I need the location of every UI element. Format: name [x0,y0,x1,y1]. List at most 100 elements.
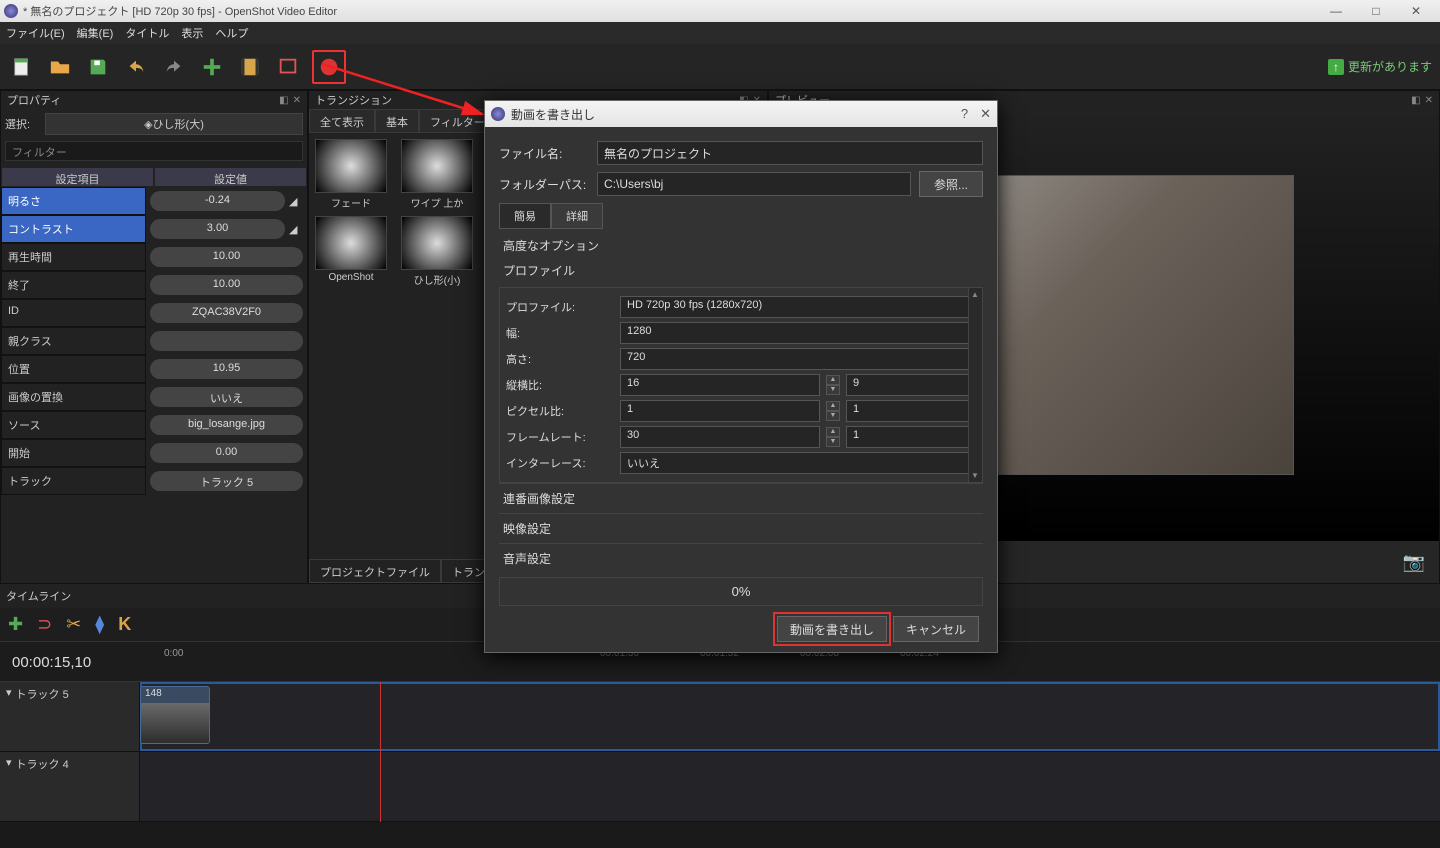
property-row[interactable]: IDZQAC38V2F0 [1,299,307,327]
property-row[interactable]: トラックトラック 5 [1,467,307,495]
fullscreen-icon[interactable] [274,53,302,81]
razor-icon[interactable]: ✂ [66,614,81,635]
dialog-help-button[interactable]: ? [961,106,968,122]
select-combo[interactable]: ◈ひし形(大) [45,113,303,135]
section-profile: プロファイル [499,262,983,287]
tab-simple[interactable]: 簡易 [499,203,551,229]
property-row[interactable]: 親クラス [1,327,307,355]
pixel-num-spinner[interactable]: ▲▼ [826,401,840,421]
width-input[interactable]: 1280 [620,322,976,344]
tab-project-files[interactable]: プロジェクトファイル [309,559,441,583]
panel-close-icon[interactable]: ✕ [293,95,301,106]
update-indicator[interactable]: ↑ 更新があります [1328,58,1432,75]
track-header-5[interactable]: ▾トラック 5 [0,682,140,751]
open-project-icon[interactable] [46,53,74,81]
menu-view[interactable]: 表示 [181,25,203,41]
update-arrow-icon: ↑ [1328,59,1344,75]
menu-title[interactable]: タイトル [125,25,169,41]
marker-icon[interactable]: ⧫ [95,614,104,635]
browse-button[interactable]: 参照... [919,171,983,197]
menu-help[interactable]: ヘルプ [215,25,248,41]
window-minimize-button[interactable]: ― [1316,4,1356,18]
property-key: ID [1,299,146,327]
transition-item[interactable]: フェード [315,139,387,210]
profile-label: プロファイル: [506,299,614,315]
property-value[interactable]: -0.24 [150,191,285,211]
properties-filter-input[interactable]: フィルター [5,141,303,161]
property-value[interactable]: 10.95 [150,359,303,379]
folder-path-input[interactable] [597,172,911,196]
panel-close-icon[interactable]: ✕ [1425,95,1433,106]
window-title-bar: * 無名のプロジェクト [HD 720p 30 fps] - OpenShot … [0,0,1440,22]
fps-den-input[interactable]: 1 [846,426,976,448]
dialog-close-button[interactable]: ✕ [980,106,991,122]
property-value[interactable]: 0.00 [150,443,303,463]
fps-num-spinner[interactable]: ▲▼ [826,427,840,447]
profile-select[interactable]: HD 720p 30 fps (1280x720) [620,296,976,318]
property-value[interactable]: 10.00 [150,275,303,295]
property-value[interactable] [150,331,303,351]
property-value[interactable]: 3.00 [150,219,285,239]
panel-undock-icon[interactable]: ◧ [1411,95,1420,106]
section-advanced[interactable]: 高度なオプション [499,229,983,262]
property-value[interactable]: トラック 5 [150,471,303,491]
transition-item[interactable]: OpenShot [315,216,387,287]
prev-marker-icon[interactable]: K [118,614,131,635]
transition-item[interactable]: ひし形(小) [401,216,473,287]
window-title: * 無名のプロジェクト [HD 720p 30 fps] - OpenShot … [23,3,337,19]
property-row[interactable]: ソースbig_losange.jpg [1,411,307,439]
aspect-num-spinner[interactable]: ▲▼ [826,375,840,395]
window-close-button[interactable]: ✕ [1396,4,1436,18]
panel-undock-icon[interactable]: ◧ [279,95,288,106]
app-logo-icon [4,4,18,18]
property-row[interactable]: 位置10.95 [1,355,307,383]
track-header-4[interactable]: ▾トラック 4 [0,752,140,821]
property-row[interactable]: 再生時間10.00 [1,243,307,271]
clip-1[interactable]: 148 [140,686,210,744]
property-row[interactable]: コントラスト3.00◢ [1,215,307,243]
property-value[interactable]: 10.00 [150,247,303,267]
menu-edit[interactable]: 編集(E) [77,25,114,41]
aspect-den-input[interactable]: 9 [846,374,976,396]
add-track-icon[interactable]: ✚ [8,614,23,635]
track-body-5[interactable]: 148 [140,682,1440,751]
track-body-4[interactable] [140,752,1440,821]
section-sequence[interactable]: 連番画像設定 [499,483,983,513]
interlace-select[interactable]: いいえ [620,452,976,474]
window-maximize-button[interactable]: □ [1356,4,1396,18]
tab-detail[interactable]: 詳細 [551,203,603,229]
import-icon[interactable] [198,53,226,81]
property-value[interactable]: いいえ [150,387,303,407]
snap-icon[interactable]: ⊃ [37,614,52,635]
property-row[interactable]: 終了10.00 [1,271,307,299]
aspect-num-input[interactable]: 16 [620,374,820,396]
property-value[interactable]: big_losange.jpg [150,415,303,435]
section-audio[interactable]: 音声設定 [499,543,983,573]
cancel-button[interactable]: キャンセル [893,616,979,642]
new-project-icon[interactable] [8,53,36,81]
file-name-input[interactable] [597,141,983,165]
property-value[interactable]: ZQAC38V2F0 [150,303,303,323]
menu-file[interactable]: ファイル(E) [6,25,65,41]
redo-icon[interactable] [160,53,188,81]
height-input[interactable]: 720 [620,348,976,370]
dialog-scrollbar[interactable] [968,288,982,482]
section-video[interactable]: 映像設定 [499,513,983,543]
pixel-num-input[interactable]: 1 [620,400,820,422]
profile-icon[interactable] [236,53,264,81]
property-row[interactable]: 開始0.00 [1,439,307,467]
property-row[interactable]: 画像の置換いいえ [1,383,307,411]
snapshot-icon[interactable]: 📷 [1403,552,1425,573]
pixel-den-input[interactable]: 1 [846,400,976,422]
undo-icon[interactable] [122,53,150,81]
keyframe-icon[interactable]: ◢ [289,195,307,208]
transition-item[interactable]: ワイプ 上か [401,139,473,210]
keyframe-icon[interactable]: ◢ [289,223,307,236]
transition-thumb [401,139,473,193]
fps-num-input[interactable]: 30 [620,426,820,448]
export-confirm-button[interactable]: 動画を書き出し [777,616,887,642]
property-row[interactable]: 明るさ-0.24◢ [1,187,307,215]
save-project-icon[interactable] [84,53,112,81]
playhead[interactable] [380,682,381,822]
width-label: 幅: [506,325,614,341]
